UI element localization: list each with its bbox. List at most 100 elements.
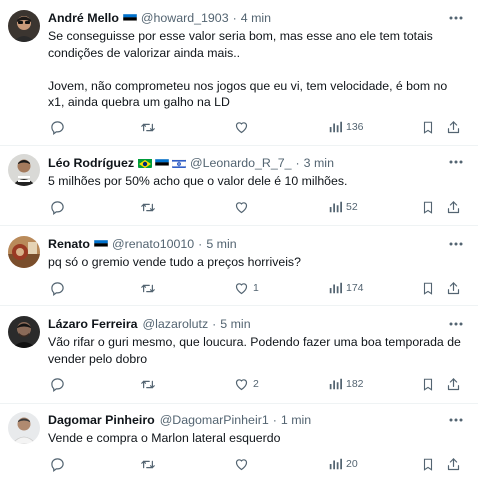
more-icon[interactable] (448, 10, 464, 26)
separator-dot: · (295, 156, 300, 170)
share-button[interactable] (446, 117, 461, 137)
author-name[interactable]: Renato (48, 237, 90, 251)
author-name[interactable]: André Mello (48, 11, 119, 25)
share-button[interactable] (446, 197, 461, 217)
reply-button[interactable] (50, 454, 65, 474)
timestamp[interactable]: 3 min (304, 156, 334, 170)
like-button[interactable]: 1 (234, 278, 259, 298)
share-icon (446, 200, 461, 215)
tweet-item[interactable]: Léo Rodríguez @Leonardo_R_7_ · 3 min 5 m… (0, 146, 478, 226)
share-button[interactable] (446, 278, 461, 298)
views-icon (328, 457, 342, 471)
brazil-flag-icon (138, 158, 153, 168)
tweet-item[interactable]: André Mello @howard_1903 · 4 min Se cons… (0, 0, 478, 146)
retweet-button[interactable] (140, 454, 156, 474)
retweet-button[interactable] (140, 197, 156, 217)
view-count: 182 (346, 378, 364, 390)
views-icon (328, 200, 342, 214)
action-bar: 52 (48, 197, 468, 217)
like-icon (234, 281, 249, 296)
reply-icon (50, 457, 65, 472)
like-count: 2 (253, 378, 259, 390)
like-button[interactable]: 2 (234, 374, 259, 394)
reply-button[interactable] (50, 278, 65, 298)
like-button[interactable] (234, 454, 253, 474)
reply-button[interactable] (50, 374, 65, 394)
reply-icon (50, 281, 65, 296)
more-icon[interactable] (448, 412, 464, 428)
tweet-text: 5 milhões por 50% acho que o valor dele … (48, 174, 348, 188)
author-handle[interactable]: @renato10010 (112, 237, 194, 251)
estonia-flag-icon (155, 158, 170, 168)
separator-dot: · (198, 237, 203, 251)
bookmark-button[interactable] (421, 117, 435, 137)
reply-icon (50, 120, 65, 135)
retweet-button[interactable] (140, 278, 156, 298)
views-button[interactable]: 182 (328, 374, 364, 394)
action-bar: 2 182 (48, 374, 468, 394)
views-icon (328, 120, 342, 134)
avatar[interactable] (8, 316, 40, 348)
view-count: 174 (346, 282, 364, 294)
reply-icon (50, 200, 65, 215)
view-count: 52 (346, 201, 358, 213)
retweet-icon (140, 281, 156, 296)
like-button[interactable] (234, 197, 253, 217)
bookmark-icon (421, 120, 435, 135)
bookmark-icon (421, 377, 435, 392)
action-bar: 20 (48, 454, 468, 474)
retweet-button[interactable] (140, 117, 156, 137)
tweet-text: Vende e compra o Marlon lateral esquerdo (48, 431, 281, 445)
views-icon (328, 281, 342, 295)
like-icon (234, 200, 249, 215)
bookmark-button[interactable] (421, 374, 435, 394)
separator-dot: · (232, 11, 237, 25)
share-icon (446, 120, 461, 135)
avatar[interactable] (8, 412, 40, 444)
author-handle[interactable]: @howard_1903 (141, 11, 229, 25)
retweet-icon (140, 120, 156, 135)
bookmark-button[interactable] (421, 454, 435, 474)
reply-button[interactable] (50, 117, 65, 137)
views-button[interactable]: 20 (328, 454, 358, 474)
author-handle[interactable]: @DagomarPinheir1 (160, 413, 269, 427)
bookmark-icon (421, 281, 435, 296)
more-icon[interactable] (448, 154, 464, 170)
estonia-flag-icon (122, 13, 137, 23)
author-handle[interactable]: @lazarolutz (143, 317, 209, 331)
view-count: 136 (346, 121, 364, 133)
timestamp[interactable]: 4 min (241, 11, 271, 25)
more-icon[interactable] (448, 316, 464, 332)
like-icon (234, 377, 249, 392)
avatar[interactable] (8, 236, 40, 268)
more-icon[interactable] (448, 236, 464, 252)
bookmark-icon (421, 457, 435, 472)
israel-flag-icon (172, 158, 187, 168)
share-button[interactable] (446, 374, 461, 394)
bookmark-icon (421, 200, 435, 215)
avatar[interactable] (8, 154, 40, 186)
action-bar: 1 174 (48, 278, 468, 298)
share-button[interactable] (446, 454, 461, 474)
author-name[interactable]: Dagomar Pinheiro (48, 413, 155, 427)
tweet-item[interactable]: Renato @renato10010 · 5 min pq só o grem… (0, 226, 478, 306)
bookmark-button[interactable] (421, 197, 435, 217)
bookmark-button[interactable] (421, 278, 435, 298)
retweet-button[interactable] (140, 374, 156, 394)
timestamp[interactable]: 5 min (220, 317, 250, 331)
avatar[interactable] (8, 10, 40, 42)
like-icon (234, 120, 249, 135)
timestamp[interactable]: 1 min (281, 413, 311, 427)
action-bar: 136 (48, 117, 468, 137)
views-button[interactable]: 174 (328, 278, 364, 298)
author-handle[interactable]: @Leonardo_R_7_ (190, 156, 291, 170)
tweet-item[interactable]: Lázaro Ferreira @lazarolutz · 5 min Vão … (0, 306, 478, 404)
author-name[interactable]: Léo Rodríguez (48, 156, 134, 170)
views-button[interactable]: 136 (328, 117, 364, 137)
reply-button[interactable] (50, 197, 65, 217)
author-name[interactable]: Lázaro Ferreira (48, 317, 138, 331)
tweet-item[interactable]: Dagomar Pinheiro @DagomarPinheir1 · 1 mi… (0, 404, 478, 478)
timestamp[interactable]: 5 min (206, 237, 236, 251)
like-button[interactable] (234, 117, 253, 137)
views-button[interactable]: 52 (328, 197, 358, 217)
